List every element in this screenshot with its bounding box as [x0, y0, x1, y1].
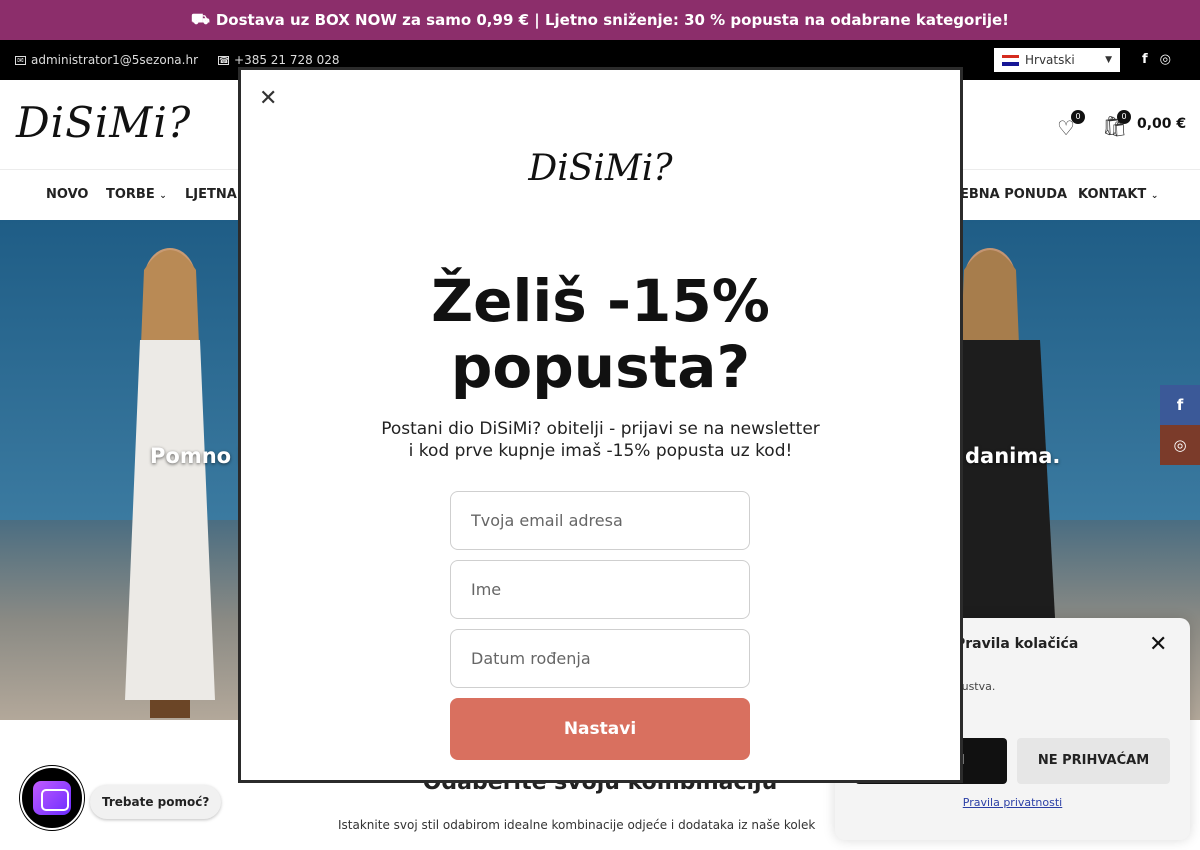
close-icon[interactable]: ✕: [259, 86, 277, 111]
modal-logo: DiSiMi?: [528, 148, 673, 189]
promo-bar: ⛟ Dostava uz BOX NOW za samo 0,99 € | Lj…: [0, 0, 1200, 40]
email-text: administrator1@5sezona.hr: [31, 53, 199, 67]
chat-button[interactable]: [20, 766, 84, 830]
close-icon[interactable]: ✕: [1149, 632, 1167, 657]
hero-caption-right: danima.: [965, 444, 1061, 468]
newsletter-modal: ✕ DiSiMi? Želiš -15% popusta? Postani di…: [238, 67, 963, 783]
site-logo[interactable]: DiSiMi?: [16, 98, 191, 147]
nav-item-ljetna[interactable]: LJETNA: [185, 187, 237, 202]
nav-item-torbe[interactable]: TORBE ⌄: [106, 187, 167, 202]
envelope-icon: ✉: [15, 55, 26, 65]
name-field[interactable]: [450, 560, 750, 619]
phone-link[interactable]: ☎ +385 21 728 028: [218, 53, 340, 67]
cookie-title: Pravila kolačića: [955, 636, 1079, 652]
wishlist-count: 0: [1071, 110, 1085, 124]
social-links: f ◎: [1142, 52, 1171, 67]
email-link[interactable]: ✉ administrator1@5sezona.hr: [15, 53, 198, 67]
modal-headline: Želiš -15% popusta?: [241, 268, 960, 400]
cookie-deny-button[interactable]: NE PRIHVAĆAM: [1017, 738, 1170, 784]
nav-item-kontakt[interactable]: KONTAKT ⌄: [1078, 187, 1158, 202]
birthdate-field[interactable]: [450, 629, 750, 688]
chevron-down-icon: ⌄: [1150, 191, 1159, 201]
modal-subtext-line2: i kod prve kupnje imaš -15% popusta uz k…: [408, 441, 793, 461]
cart-count: 0: [1117, 110, 1131, 124]
chat-label[interactable]: Trebate pomoć?: [90, 785, 222, 819]
chat-icon: [33, 781, 71, 815]
side-facebook-icon[interactable]: f: [1160, 385, 1200, 425]
instagram-icon[interactable]: ◎: [1160, 52, 1171, 67]
chevron-down-icon: ▼: [1105, 55, 1112, 65]
phone-text: +385 21 728 028: [234, 53, 340, 67]
continue-button[interactable]: Nastavi: [450, 698, 750, 760]
section-subtitle: Istaknite svoj stil odabirom idealne kom…: [338, 818, 816, 832]
nav-item-label: TORBE: [106, 187, 155, 202]
truck-icon: ⛟: [190, 10, 210, 28]
modal-subtext-line1: Postani dio DiSiMi? obitelji - prijavi s…: [381, 419, 820, 439]
modal-headline-line1: Želiš -15%: [431, 267, 770, 335]
side-instagram-icon[interactable]: ◎: [1160, 425, 1200, 465]
modal-headline-line2: popusta?: [450, 333, 751, 401]
nav-item-posebna-ponuda[interactable]: EBNA PONUDA: [960, 187, 1067, 202]
promo-text: Dostava uz BOX NOW za samo 0,99 € | Ljet…: [215, 11, 1010, 29]
modal-subtext: Postani dio DiSiMi? obitelji - prijavi s…: [241, 418, 960, 462]
cart-total[interactable]: 0,00 €: [1137, 116, 1186, 132]
nav-item-novo[interactable]: NOVO: [46, 187, 88, 202]
nav-item-label: KONTAKT: [1078, 187, 1147, 202]
language-select[interactable]: Hrvatski ▼: [994, 48, 1120, 72]
privacy-policy-link[interactable]: Pravila privatnosti: [835, 796, 1190, 809]
email-field[interactable]: [450, 491, 750, 550]
language-label: Hrvatski: [1025, 53, 1075, 67]
hero-caption-left: Pomno i: [150, 444, 246, 468]
model-white-dress-image: [125, 248, 215, 718]
facebook-icon[interactable]: f: [1142, 52, 1148, 67]
phone-icon: ☎: [218, 55, 230, 65]
chevron-down-icon: ⌄: [159, 191, 167, 201]
croatian-flag-icon: [1002, 54, 1019, 66]
